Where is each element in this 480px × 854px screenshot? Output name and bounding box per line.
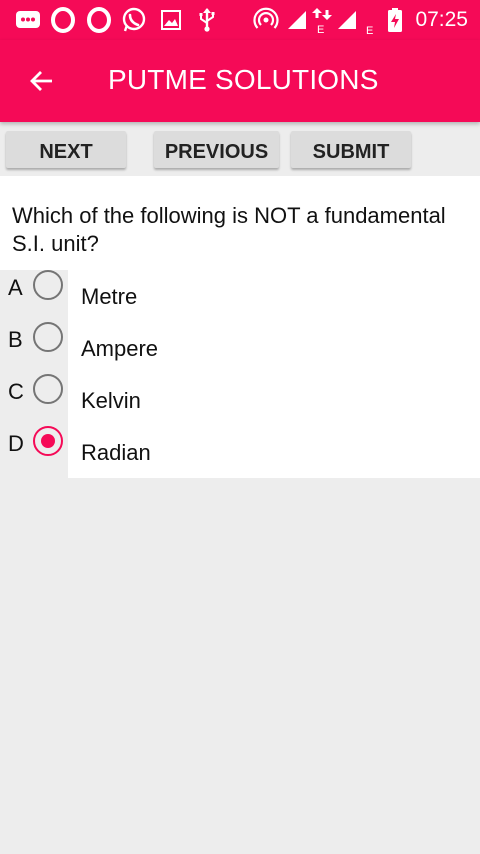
option-letter-d: D (8, 431, 24, 456)
hotspot-icon (253, 7, 279, 33)
question-card: Which of the following is NOT a fundamen… (0, 176, 480, 270)
option-text-a[interactable]: Metre (81, 284, 137, 310)
radio-option-d[interactable] (33, 426, 63, 456)
arrow-back-icon (30, 71, 52, 91)
message-icon (14, 7, 42, 33)
option-letter-a: A (8, 275, 23, 300)
option-letter-c: C (8, 379, 24, 404)
opera-icon (50, 7, 76, 33)
back-button[interactable] (22, 63, 62, 99)
option-letter-b: B (8, 327, 23, 352)
signal-icon (286, 7, 308, 33)
option-text-c[interactable]: Kelvin (81, 388, 141, 414)
radio-option-b[interactable] (33, 322, 63, 352)
radio-option-c[interactable] (33, 374, 63, 404)
page-title: PUTME SOLUTIONS (108, 64, 379, 95)
whatsapp-icon (121, 7, 147, 33)
radio-option-a[interactable] (33, 270, 63, 300)
app-bar: PUTME SOLUTIONS (0, 40, 480, 122)
opera-icon (86, 7, 112, 33)
image-icon (159, 7, 183, 33)
option-text-b[interactable]: Ampere (81, 336, 158, 362)
option-text-d[interactable]: Radian (81, 440, 151, 466)
submit-button[interactable]: SUBMIT (291, 131, 411, 168)
signal-icon (336, 7, 358, 33)
battery-charging-icon (387, 7, 403, 33)
next-button[interactable]: NEXT (6, 131, 126, 168)
usb-icon (196, 7, 218, 33)
status-time: 07:25 (415, 8, 468, 31)
previous-button[interactable]: PREVIOUS (154, 131, 279, 168)
status-bar: E E 07:25 (0, 0, 480, 40)
question-text: Which of the following is NOT a fundamen… (12, 203, 446, 256)
